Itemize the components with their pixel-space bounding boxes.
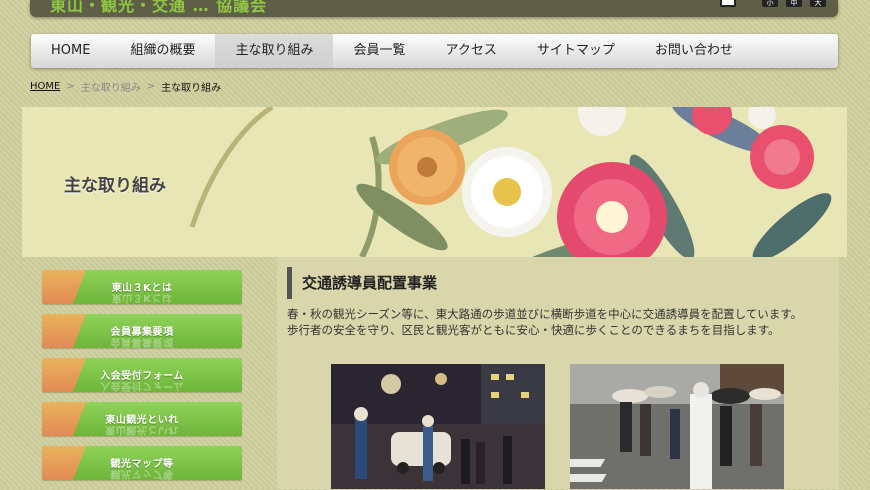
lead-line: 春・秋の観光シーズン等に、東大路通の歩道並びに横断歩道を中心に交通誘導員を配置し… — [287, 307, 803, 321]
breadcrumb-parent: 主な取り組み — [80, 83, 141, 94]
font-size-medium-button[interactable]: 中 — [786, 0, 802, 7]
side-menu: 東山３Kとは 東山３Kとは 会員募集要項 会員募集要項 入会受付フォーム 入会受… — [42, 270, 242, 490]
nav-sitemap[interactable]: サイトマップ — [517, 34, 635, 68]
header-tools: 小 中 大 — [720, 0, 826, 7]
hero-title: 主な取り組み — [64, 176, 166, 196]
section-heading: 交通誘導員配置事業 — [287, 267, 437, 299]
photo-night-traffic-guard — [331, 364, 545, 489]
side-button-reflection: 入会受付フォーム — [100, 380, 184, 391]
side-button-reflection: 東山３Kとは — [111, 292, 173, 303]
breadcrumb-current: 主な取り組み — [161, 83, 222, 94]
site-title[interactable]: 東山・観光・交通 … 協議会 — [50, 0, 267, 16]
nav-about[interactable]: 組織の概要 — [110, 34, 215, 68]
side-button-membership[interactable]: 会員募集要項 会員募集要項 — [42, 314, 242, 348]
nav-members[interactable]: 会員一覧 — [333, 34, 425, 68]
side-button-join-form[interactable]: 入会受付フォーム 入会受付フォーム — [42, 358, 242, 392]
side-button-about-3k[interactable]: 東山３Kとは 東山３Kとは — [42, 270, 242, 304]
hero-banner: 主な取り組み — [22, 107, 847, 257]
nav-access[interactable]: アクセス — [426, 34, 517, 68]
site-header: 東山・観光・交通 … 協議会 小 中 大 — [30, 0, 838, 17]
nav-contact[interactable]: お問い合わせ — [635, 34, 753, 68]
font-size-large-button[interactable]: 大 — [810, 0, 826, 7]
side-button-reflection: 東山観光といれ — [105, 424, 179, 435]
lead-line: 歩行者の安全を守り、区民と観光客がともに安心・快適に歩くことのできるまちを目指し… — [287, 323, 780, 337]
main-content: 交通誘導員配置事業 春・秋の観光シーズン等に、東大路通の歩道並びに横断歩道を中心… — [277, 257, 839, 489]
side-button-reflection: 観光マップ等 — [110, 468, 174, 479]
breadcrumb-home-link[interactable]: HOME — [30, 81, 60, 92]
nav-home[interactable]: HOME — [31, 34, 110, 68]
side-button-reflection: 会員募集要項 — [110, 336, 174, 347]
font-size-small-button[interactable]: 小 — [762, 0, 778, 7]
breadcrumb-separator: > — [66, 81, 75, 92]
breadcrumb-separator: > — [146, 81, 156, 92]
section-lead: 春・秋の観光シーズン等に、東大路通の歩道並びに横断歩道を中心に交通誘導員を配置し… — [287, 306, 832, 338]
side-button-toilets[interactable]: 東山観光といれ 東山観光といれ — [42, 402, 242, 436]
print-icon[interactable] — [720, 0, 736, 7]
nav-activities[interactable]: 主な取り組み — [215, 34, 334, 68]
side-button-map[interactable]: 観光マップ等 観光マップ等 — [42, 446, 242, 480]
breadcrumb: HOME > 主な取り組み > 主な取り組み — [30, 79, 221, 94]
photo-rainy-crosswalk — [570, 364, 784, 489]
global-nav: HOME 組織の概要 主な取り組み 会員一覧 アクセス サイトマップ お問い合わ… — [31, 34, 838, 68]
